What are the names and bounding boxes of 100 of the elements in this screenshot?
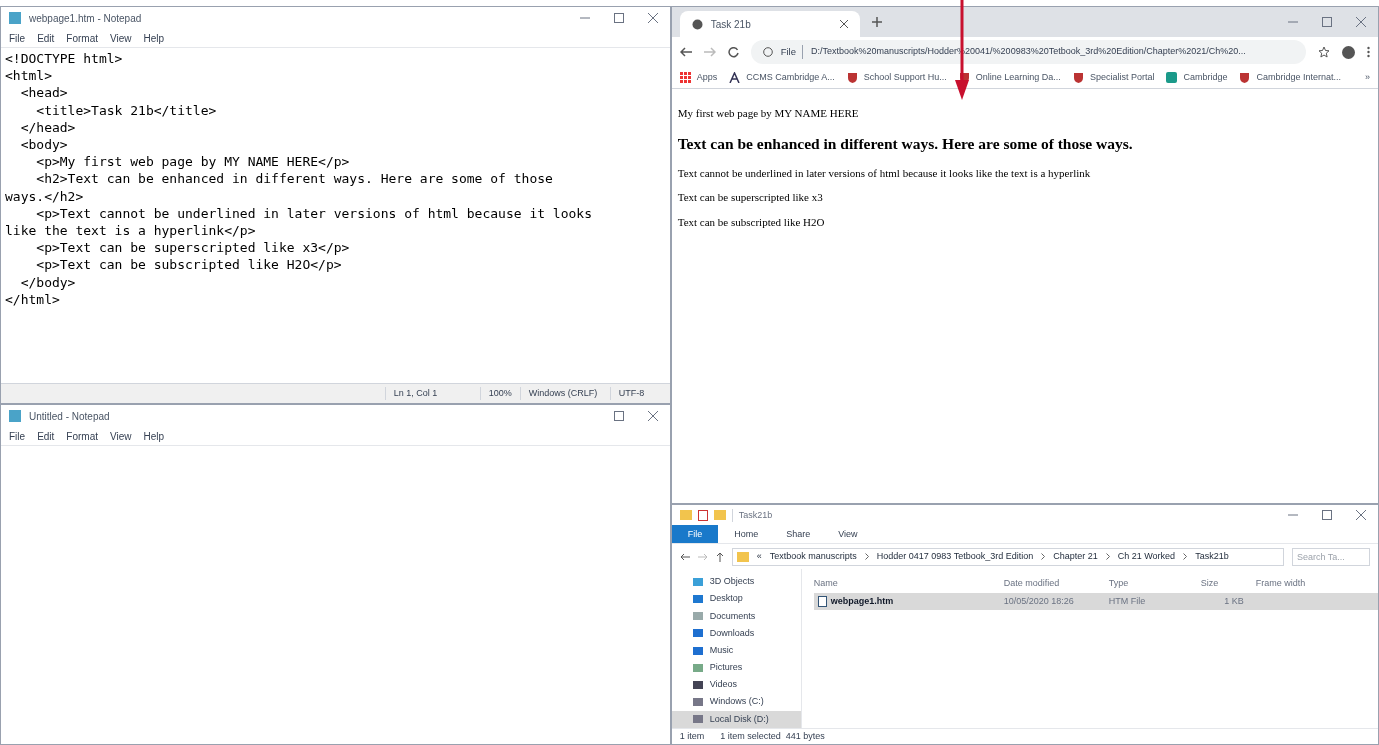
code-line: <title>Task 21b</title>	[35, 101, 217, 119]
menu-item[interactable]: Edit	[37, 30, 55, 46]
column-header[interactable]: Date modified	[1003, 576, 1109, 591]
code-line: like the text is a hyperlink</p>	[5, 222, 256, 240]
maximize-icon[interactable]	[1322, 510, 1332, 521]
maximize-icon[interactable]	[613, 411, 624, 421]
path-segment[interactable]: Task21b	[1195, 550, 1229, 564]
reload-icon[interactable]	[727, 46, 739, 58]
nav-item[interactable]: Windows (C:)	[671, 693, 801, 711]
shield-icon	[1072, 72, 1084, 83]
letter-a-icon	[729, 72, 741, 83]
window-title: Task21b	[731, 508, 773, 523]
menu-item[interactable]: Format	[66, 30, 99, 46]
page-paragraph: Text can be superscripted like x3	[677, 190, 823, 206]
nav-item[interactable]: 3D Objects	[671, 573, 801, 591]
nav-item[interactable]: Local Disk (D:)	[671, 710, 801, 728]
menu-item[interactable]: View	[110, 30, 132, 46]
plus-icon[interactable]	[871, 17, 882, 27]
path-segment[interactable]: «	[756, 550, 762, 564]
nav-item[interactable]: Documents	[671, 607, 801, 625]
search-field[interactable]: Search Ta...	[1292, 547, 1370, 566]
page-paragraph: Text can be subscripted like H2O	[677, 214, 825, 230]
code-line: <p>Text can be subscripted like H2O</p>	[35, 256, 342, 274]
star-icon[interactable]	[1318, 46, 1330, 58]
code-line: <head>	[19, 84, 68, 102]
browser-tab[interactable]: Task 21b	[679, 11, 860, 37]
ribbon-tab[interactable]: File	[671, 525, 719, 544]
code-line: ways.</h2>	[5, 187, 84, 205]
ribbon-tab[interactable]: Home	[722, 527, 771, 542]
menu-item[interactable]: Help	[143, 30, 165, 46]
nav-item[interactable]: Desktop	[671, 590, 801, 608]
notepad-icon	[9, 12, 21, 24]
maximize-icon[interactable]	[613, 13, 624, 23]
path-segment[interactable]: Hodder 0417 0983 Tetbook_3rd Edition	[876, 550, 1034, 564]
code-line: </html>	[5, 290, 60, 309]
path-segment[interactable]: Textbook manuscripts	[769, 550, 857, 564]
square-icon	[1166, 72, 1178, 83]
file-icon	[817, 596, 827, 608]
notepad-icon	[9, 410, 21, 422]
close-icon[interactable]	[647, 411, 658, 421]
chevron-icon	[1105, 553, 1110, 561]
bookmark-link[interactable]: Cambridge Internat...	[1239, 70, 1341, 85]
column-header[interactable]: Size	[1200, 576, 1256, 591]
code-line: <html>	[5, 67, 52, 85]
column-header[interactable]: Frame width	[1255, 576, 1336, 591]
path-segment[interactable]: Chapter 21	[1053, 550, 1098, 564]
menu-icon[interactable]	[1367, 46, 1370, 58]
bookmark-link[interactable]: School Support Hu...	[846, 70, 947, 85]
column-header[interactable]: Type	[1108, 576, 1201, 591]
status-text: 1 item selected 441 bytes	[720, 729, 825, 743]
maximize-icon[interactable]	[1322, 17, 1332, 27]
nav-item[interactable]: Pictures	[671, 659, 801, 677]
page-paragraph: Text cannot be underlined in later versions of html because it looks like the text is a hyperlink	[677, 165, 1091, 181]
back-icon[interactable]	[679, 552, 690, 561]
bookmark-link[interactable]: CCMS Cambridge A...	[729, 70, 835, 85]
menu-item[interactable]: File	[9, 428, 26, 444]
menu-item[interactable]: Edit	[37, 428, 55, 444]
close-icon[interactable]	[1356, 17, 1366, 27]
window-title: Untitled - Notepad	[29, 409, 110, 424]
menu-item[interactable]: Help	[143, 428, 165, 444]
code-line: <body>	[19, 136, 68, 154]
more-bookmarks-button[interactable]: »	[1365, 70, 1370, 85]
folder-icon	[679, 510, 692, 521]
close-icon[interactable]	[1356, 510, 1366, 521]
page-paragraph: My first web page by MY NAME HERE	[677, 106, 859, 121]
back-icon[interactable]	[679, 47, 692, 57]
close-icon[interactable]	[839, 20, 848, 28]
menu-item[interactable]: View	[110, 428, 132, 444]
code-line: </head>	[19, 118, 76, 136]
bookmark-link[interactable]: Specialist Portal	[1072, 70, 1155, 85]
code-line: </body>	[19, 273, 76, 291]
url-scheme: File	[780, 44, 803, 60]
close-icon[interactable]	[647, 13, 658, 23]
page-heading: Text can be enhanced in different ways. Here are some of those ways.	[677, 133, 1133, 154]
nav-item[interactable]: Music	[671, 642, 801, 660]
up-icon[interactable]	[715, 551, 724, 562]
ribbon-tab[interactable]: View	[826, 527, 870, 542]
shield-icon	[1239, 72, 1251, 83]
file-row[interactable]: webpage1.htm 10/05/2020 18:26 HTM File 1 KB	[813, 593, 1378, 611]
menu-item[interactable]: Format	[66, 428, 99, 444]
ribbon-tab[interactable]: Share	[774, 527, 823, 542]
status-text: UTF-8	[609, 386, 670, 401]
status-text: 1 item	[679, 729, 705, 743]
grid-icon	[679, 72, 691, 83]
code-line: <p>Text cannot be underlined in later versions of html because it looks	[35, 204, 592, 223]
status-text: 100%	[479, 386, 520, 401]
bookmark-link[interactable]: Apps	[679, 70, 718, 85]
code-line: <!DOCTYPE html>	[5, 50, 123, 68]
profile-icon[interactable]	[1342, 45, 1355, 59]
path-segment[interactable]: Ch 21 Worked	[1117, 550, 1176, 564]
column-header[interactable]: Name	[813, 576, 1004, 591]
nav-item[interactable]: Videos	[671, 676, 801, 694]
chevron-icon	[1183, 553, 1188, 561]
code-line: <h2>Text can be enhanced in different ways. Here are some of those	[35, 170, 553, 188]
bookmark-link[interactable]: Cambridge	[1166, 70, 1228, 85]
info-icon	[762, 47, 773, 57]
nav-item[interactable]: Downloads	[671, 624, 801, 643]
path-bar[interactable]: « Textbook manuscripts Hodder 0417 0983 Tetbook_3rd Edition Chapter 21 Ch 21 Worked Task21b	[731, 547, 1284, 566]
menu-item[interactable]: File	[9, 30, 26, 46]
properties-icon[interactable]	[697, 509, 708, 521]
